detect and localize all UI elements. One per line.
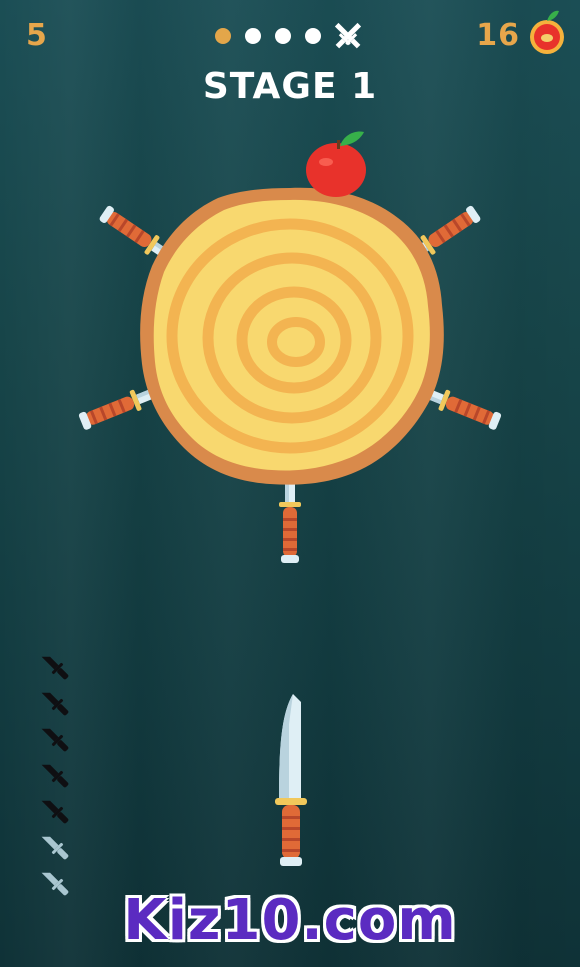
knife-used-icon bbox=[38, 685, 72, 719]
crossed-swords-icon bbox=[334, 22, 362, 49]
stage-title: STAGE 1 bbox=[202, 66, 378, 107]
brand-logo[interactable]: Kiz10.com bbox=[0, 888, 580, 953]
player-knife[interactable] bbox=[275, 694, 307, 866]
log-target bbox=[140, 187, 444, 485]
apple-target bbox=[306, 131, 366, 197]
stuck-knife bbox=[77, 382, 159, 433]
knife-used-icon bbox=[38, 757, 72, 791]
stuck-knife bbox=[279, 484, 301, 563]
game-screen[interactable]: 5 16 STAGE 1 Kiz10.com bbox=[0, 0, 580, 967]
apple-counter: 16 bbox=[476, 18, 520, 53]
apple-icon bbox=[530, 10, 564, 54]
knife-available-icon bbox=[38, 829, 72, 863]
knife-used-icon bbox=[38, 721, 72, 755]
knives-remaining-counter bbox=[38, 649, 72, 899]
knife-used-icon bbox=[38, 793, 72, 827]
knife-used-icon bbox=[38, 649, 72, 683]
game-canvas bbox=[38, 10, 564, 899]
